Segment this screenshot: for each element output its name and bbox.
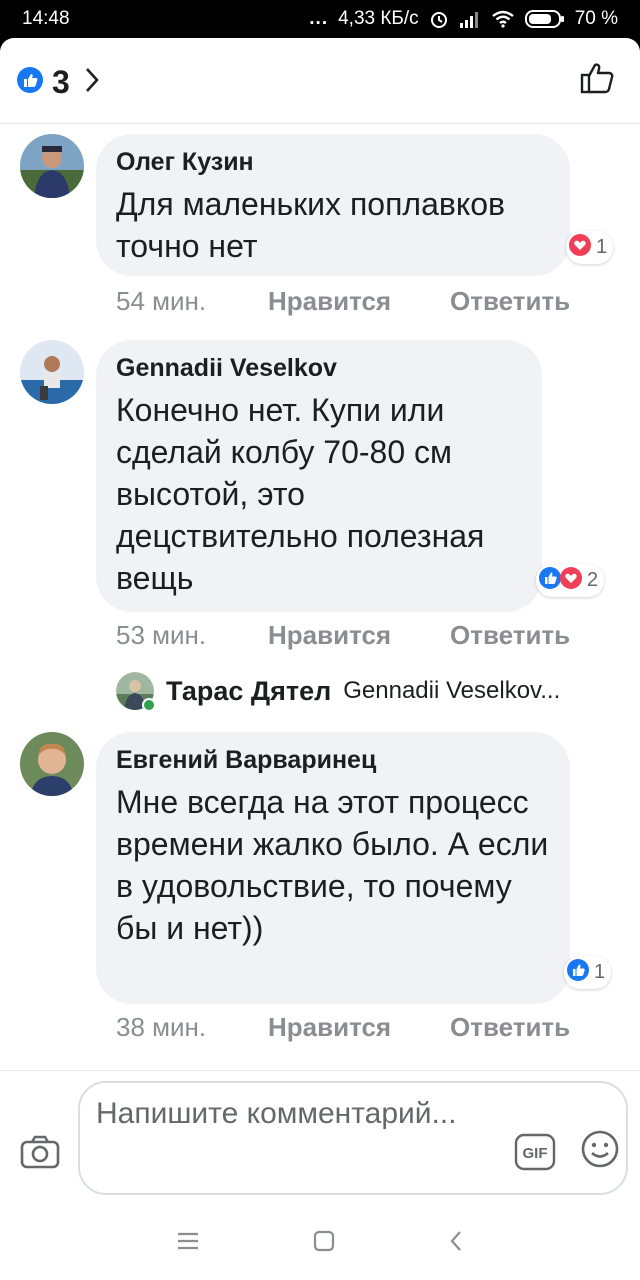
like-comment-button[interactable]: Нравится xyxy=(268,1012,450,1043)
gif-icon: GIF xyxy=(514,1133,556,1175)
comment-actions: 54 мин. Нравится Ответить xyxy=(116,286,570,317)
back-nav-button[interactable] xyxy=(449,1230,463,1257)
comment-actions: 38 мин. Нравится Ответить xyxy=(116,1012,570,1043)
reply-comment-button[interactable]: Ответить xyxy=(450,286,570,317)
system-nav-bar xyxy=(0,1206,640,1280)
reaction-count: 1 xyxy=(596,236,608,258)
online-status-dot xyxy=(142,698,156,712)
network-speed: 4,33 КБ/с xyxy=(338,8,419,29)
gif-button[interactable]: GIF xyxy=(514,1133,556,1176)
reply-author[interactable]: Тарас Дятел xyxy=(166,676,331,707)
comment-reactions[interactable]: 1 xyxy=(566,231,614,264)
camera-button[interactable] xyxy=(20,1135,60,1174)
status-bar: 14:48 ... 4,33 КБ/с 70 % xyxy=(0,0,640,38)
wifi-icon xyxy=(491,10,515,28)
reaction-count: 1 xyxy=(594,961,606,983)
status-right: ... 4,33 КБ/с 70 % xyxy=(309,8,618,30)
gif-label: GIF xyxy=(523,1145,548,1162)
home-nav-button[interactable] xyxy=(313,1230,335,1257)
reply-comment-button[interactable]: Ответить xyxy=(450,1012,570,1043)
camera-icon xyxy=(20,1135,60,1173)
menu-nav-button[interactable] xyxy=(177,1232,199,1255)
avatar[interactable] xyxy=(20,732,84,796)
like-post-button[interactable] xyxy=(580,60,616,101)
like-reaction-icon xyxy=(16,66,44,99)
reactions-summary[interactable]: 3 xyxy=(16,64,100,101)
reaction-count: 2 xyxy=(587,569,599,591)
comment-bubble[interactable]: Олег Кузин Для маленьких поплавков точно… xyxy=(96,134,570,276)
comment-text: Конечно нет. Купи или сделай колбу 70-80… xyxy=(116,392,485,596)
status-dots: ... xyxy=(309,8,329,29)
comment-text: Мне всегда на этот процесс времени жалко… xyxy=(116,784,549,946)
hamburger-icon xyxy=(177,1232,199,1254)
like-comment-button[interactable]: Нравится xyxy=(268,286,450,317)
battery-percent: 70 % xyxy=(574,8,618,29)
like-comment-button[interactable]: Нравится xyxy=(268,620,450,651)
comment-reactions[interactable]: 2 xyxy=(536,564,605,597)
comment-author[interactable]: Олег Кузин xyxy=(116,148,550,177)
reactions-header: 3 xyxy=(0,38,640,124)
back-chevron-icon xyxy=(449,1230,463,1256)
avatar[interactable] xyxy=(20,134,84,198)
comment-author[interactable]: Gennadii Veselkov xyxy=(116,354,522,383)
reply-avatar xyxy=(116,672,156,712)
signal-icon xyxy=(459,10,481,28)
reply-preview[interactable]: Тарас Дятел Gennadii Veselkov... xyxy=(116,672,561,712)
comments-screen: 3 Олег Кузин Для маленьких поплавков точ… xyxy=(0,38,640,1280)
comment-author[interactable]: Евгений Варваринец xyxy=(116,746,550,775)
reply-text: Gennadii Veselkov... xyxy=(343,677,561,704)
chevron-right-icon xyxy=(84,67,100,98)
comment-time[interactable]: 38 мин. xyxy=(116,1012,268,1043)
comment-composer: Напишите комментарий... GIF xyxy=(0,1070,640,1206)
love-reaction-icon xyxy=(559,566,583,595)
comment-bubble[interactable]: Евгений Варваринец Мне всегда на этот пр… xyxy=(96,732,570,1004)
like-count: 3 xyxy=(52,64,70,100)
thumbs-up-outline-icon xyxy=(580,63,616,100)
comment-actions: 53 мин. Нравится Ответить xyxy=(116,620,570,651)
alarm-icon xyxy=(429,9,449,29)
comment-text: Для маленьких поплавков точно нет xyxy=(116,186,506,264)
comment-reactions[interactable]: 1 xyxy=(564,956,612,989)
emoji-button[interactable] xyxy=(580,1129,620,1174)
comment-bubble[interactable]: Gennadii Veselkov Конечно нет. Купи или … xyxy=(96,340,542,612)
battery-icon xyxy=(524,9,565,29)
reply-comment-button[interactable]: Ответить xyxy=(450,620,570,651)
avatar[interactable] xyxy=(20,340,84,404)
like-reaction-icon xyxy=(566,958,590,987)
status-time: 14:48 xyxy=(22,8,70,29)
comment-time[interactable]: 54 мин. xyxy=(116,286,268,317)
smiley-icon xyxy=(580,1130,620,1173)
comment-input-placeholder: Напишите комментарий... xyxy=(96,1097,457,1130)
square-icon xyxy=(313,1230,335,1256)
love-reaction-icon xyxy=(568,233,592,262)
comment-time[interactable]: 53 мин. xyxy=(116,620,268,651)
